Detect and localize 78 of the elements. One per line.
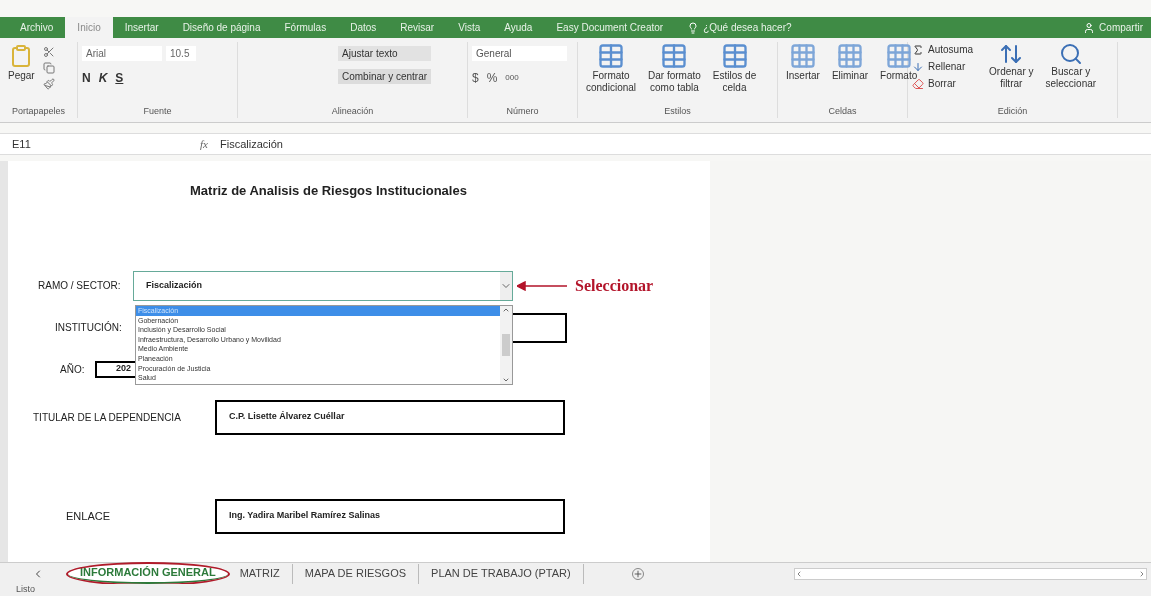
sheet-tab[interactable]: MATRIZ xyxy=(227,563,293,584)
search-icon xyxy=(1058,42,1083,66)
copy-icon xyxy=(42,62,55,74)
menu-tab[interactable]: Fórmulas xyxy=(272,17,339,38)
merge-center-button[interactable]: Combinar y centrar xyxy=(338,69,432,84)
sheet-tab[interactable]: MAPA DE RIESGOS xyxy=(292,563,420,584)
number-format-button[interactable]: % xyxy=(486,69,498,87)
ribbon-button[interactable]: Formato condicional xyxy=(582,42,641,94)
scroll-thumb[interactable] xyxy=(502,334,510,356)
font-style-button[interactable]: N xyxy=(82,69,91,87)
menu-tab[interactable]: Archivo xyxy=(8,17,66,38)
group-label: Fuente xyxy=(142,104,173,118)
field-label: TITULAR DE LA DEPENDENCIA xyxy=(33,410,182,425)
ribbon-button[interactable]: Dar formato como tabla xyxy=(644,42,705,94)
name-box[interactable]: E11 xyxy=(0,135,100,153)
arrow-icon xyxy=(517,280,567,291)
scroll-up-icon[interactable] xyxy=(502,306,510,314)
font-style-button[interactable]: K xyxy=(98,69,108,87)
number-format-button[interactable]: $ xyxy=(472,69,479,87)
number-format-field[interactable]: General xyxy=(472,46,567,61)
form-title: Matriz de Analisis de Riesgos Institucionales xyxy=(189,182,468,200)
formula-icon: fx xyxy=(100,135,220,153)
group-label: Alineación xyxy=(330,104,375,118)
grid-icon xyxy=(884,42,913,70)
group-label: Edición xyxy=(996,104,1029,118)
table-icon xyxy=(660,42,689,70)
lightbulb-icon xyxy=(687,22,700,34)
sort-icon xyxy=(999,42,1024,66)
ribbon-button[interactable]: Ordenar y filtrar xyxy=(985,42,1038,90)
down-arrow-icon xyxy=(912,60,924,73)
menu-tab[interactable]: Datos xyxy=(338,17,389,38)
field-label: AÑO: xyxy=(60,362,86,377)
number-format-button[interactable]: 000 xyxy=(505,69,519,87)
font-style-button[interactable]: S xyxy=(115,69,124,87)
table-icon xyxy=(720,42,749,70)
sheet-tab[interactable]: PLAN DE TRABAJO (PTAR) xyxy=(419,563,584,584)
group-label: Número xyxy=(505,104,540,118)
horizontal-scrollbar[interactable] xyxy=(793,567,1147,580)
eraser-icon xyxy=(912,77,924,90)
formula-field[interactable]: Fiscalización xyxy=(220,135,283,153)
sector-dropdown[interactable]: Fiscalización xyxy=(133,270,513,301)
menu-tab[interactable]: Diseño de página xyxy=(170,17,273,38)
menu-tab[interactable]: Vista xyxy=(446,17,493,38)
field-label: ENLACE xyxy=(66,508,112,524)
ribbon-button[interactable]: Estilos de celda xyxy=(708,42,761,94)
head-name-field: C.P. Lisette Álvarez Cuéllar xyxy=(215,399,565,435)
font-name-field[interactable]: Arial xyxy=(82,46,162,61)
share-button[interactable]: Compartir xyxy=(1099,17,1143,38)
person-icon xyxy=(1083,22,1096,34)
menu-tab[interactable]: Insertar xyxy=(112,17,171,38)
scrollbar[interactable] xyxy=(500,306,512,384)
field-label: INSTITUCIÓN: xyxy=(55,320,123,335)
group-label: Celdas xyxy=(827,104,858,118)
annotation-text: Seleccionar xyxy=(575,275,654,296)
scroll-down-icon[interactable] xyxy=(502,376,510,384)
font-size-field[interactable]: 10.5 xyxy=(166,46,196,61)
group-label: Portapapeles xyxy=(10,104,66,118)
ribbon-button[interactable]: Eliminar xyxy=(827,42,873,82)
menu-tab[interactable]: Ayuda xyxy=(492,17,545,38)
table-icon xyxy=(597,42,625,70)
paintbrush-icon xyxy=(42,78,55,90)
sheet-tab[interactable]: INFORMACIÓN GENERAL xyxy=(68,563,228,584)
menu-tab[interactable]: Easy Document Creator xyxy=(544,17,676,38)
ribbon-button[interactable]: Pegar xyxy=(4,42,39,82)
tell-me-text: ¿Qué desea hacer? xyxy=(703,21,792,35)
ribbon-button[interactable]: Insertar xyxy=(782,42,824,82)
ribbon-button[interactable]: Buscar y seleccionar xyxy=(1041,42,1101,90)
status-text: Listo xyxy=(16,583,35,596)
grid-icon xyxy=(835,42,864,70)
menu-tab[interactable]: Revisar xyxy=(388,17,447,38)
scroll-right-icon[interactable] xyxy=(1138,569,1146,578)
grid-icon xyxy=(788,42,817,70)
wrap-text-button[interactable]: Ajustar texto xyxy=(338,46,432,61)
sigma-icon xyxy=(912,43,924,56)
group-label: Estilos xyxy=(663,104,692,118)
liaison-name-field: Ing. Yadira Maribel Ramírez Salinas xyxy=(215,498,565,534)
cut-icon xyxy=(42,46,55,58)
field-label: RAMO / SECTOR: xyxy=(38,279,122,293)
